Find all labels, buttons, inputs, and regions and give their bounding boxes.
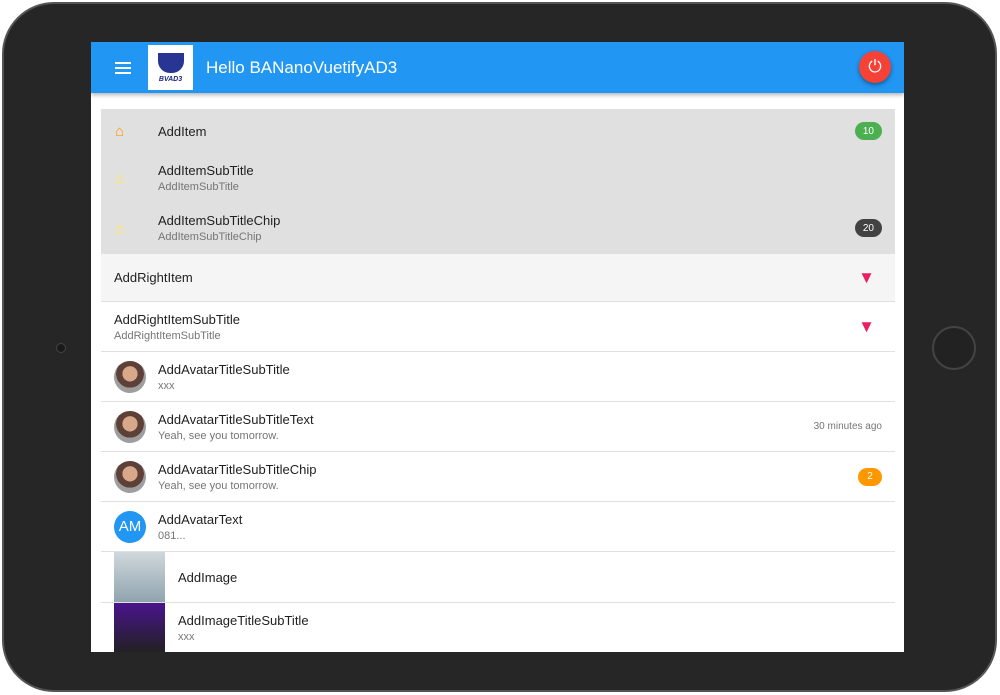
avatar: AM [114,510,146,543]
item-image [114,552,165,602]
list-item[interactable]: ⌂ AddItemSubTitle AddItemSubTitle [101,153,895,203]
avatar [114,410,146,443]
logo: BVAD3 [148,45,193,90]
timestamp: 30 minutes ago [813,421,882,432]
item-title: AddItem [158,123,207,139]
vuetify-icon[interactable]: ▼ [858,268,875,288]
item-title: AddRightItemSubTitle [114,311,240,327]
home-icon: ⌂ [115,219,125,237]
power-button[interactable]: ⏻ [859,51,891,83]
item-subtitle: AddItemSubTitleChip [158,231,262,243]
item-title: AddItemSubTitleChip [158,213,281,228]
list: ⌂ AddItem 10 ⌂ AddItemSubTitle AddItemSub… [101,109,895,652]
count-chip[interactable]: 2 [858,467,882,486]
avatar [114,460,146,493]
item-title: AddImageTitleSubTitle [178,612,309,628]
item-subtitle: Yeah, see you tomorrow. [158,429,279,442]
item-subtitle: xxx [158,379,175,392]
item-title: AddAvatarTitleSubTitleText [158,411,314,427]
item-title: AddItemSubTitle [158,163,254,178]
item-subtitle: AddItemSubTitle [158,181,239,193]
list-item[interactable]: AddAvatarTitleSubTitleChip Yeah, see you … [101,452,895,502]
list-item[interactable]: ⌂ AddItemSubTitleChip AddItemSubTitleChip… [101,203,895,253]
list-item[interactable]: AddRightItemSubTitle AddRightItemSubTitle… [101,302,895,352]
item-title: AddAvatarText [158,511,243,527]
home-button[interactable] [932,326,976,370]
item-subtitle: 081... [158,529,186,542]
camera-icon [56,343,66,353]
avatar [114,360,146,393]
vuetify-icon[interactable]: ▼ [858,317,875,337]
item-image [114,602,165,652]
menu-icon[interactable] [115,59,131,77]
page-title: Hello BANanoVuetifyAD3 [206,57,398,77]
item-title: AddImage [178,569,238,585]
item-title: AddAvatarTitleSubTitle [158,361,290,377]
item-title: AddAvatarTitleSubTitleChip [158,461,317,477]
item-subtitle: Yeah, see you tomorrow. [158,479,279,492]
list-item[interactable]: AM AddAvatarText 081... [101,502,895,552]
home-icon: ⌂ [115,169,125,187]
home-icon: ⌂ [115,122,125,140]
list-item[interactable]: AddAvatarTitleSubTitle xxx [101,352,895,402]
app-bar: BVAD3 Hello BANanoVuetifyAD3 ⏻ [91,42,904,93]
list-item[interactable]: AddImage [101,552,895,603]
count-chip[interactable]: 10 [854,122,882,140]
list-item[interactable]: AddAvatarTitleSubTitleText Yeah, see you … [101,402,895,452]
list-item[interactable]: AddRightItem ▼ [101,253,895,302]
item-title: AddRightItem [114,270,193,285]
list-item[interactable]: AddImageTitleSubTitle xxx [101,602,895,652]
count-chip[interactable]: 20 [854,219,882,237]
list-item[interactable]: ⌂ AddItem 10 [101,109,895,153]
logo-text: BVAD3 [158,75,183,83]
screen: BVAD3 Hello BANanoVuetifyAD3 ⏻ ⌂ AddItem… [91,42,904,652]
item-subtitle: xxx [178,630,195,643]
item-subtitle: AddRightItemSubTitle [114,329,221,342]
